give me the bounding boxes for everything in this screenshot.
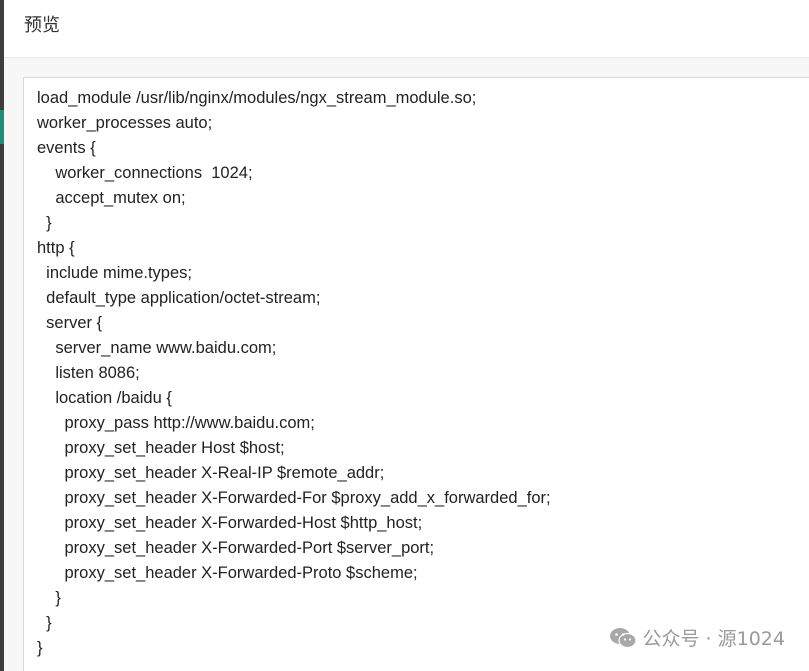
page: 预览 load_module /usr/lib/nginx/modules/ng… [0, 0, 809, 671]
code-line: accept_mutex on; [37, 189, 186, 207]
code-line: proxy_set_header Host $host; [37, 439, 285, 457]
code-line: location /baidu { [37, 389, 172, 407]
code-line: worker_connections 1024; [37, 164, 253, 182]
code-line: server_name www.baidu.com; [37, 339, 277, 357]
code-line: } [37, 214, 52, 232]
code-line: events { [37, 139, 96, 157]
config-preview-box[interactable]: load_module /usr/lib/nginx/modules/ngx_s… [23, 77, 809, 671]
code-line: } [37, 614, 52, 632]
dialog-header: 预览 [4, 0, 809, 58]
dialog-body: load_module /usr/lib/nginx/modules/ngx_s… [4, 58, 809, 671]
code-line: server { [37, 314, 103, 332]
code-line: proxy_set_header X-Forwarded-Host $http_… [37, 514, 423, 532]
code-line: listen 8086; [37, 364, 140, 382]
code-line: proxy_pass http://www.baidu.com; [37, 414, 315, 432]
code-line: } [37, 639, 43, 657]
code-line: http { [37, 239, 75, 257]
wechat-icon [609, 627, 637, 648]
code-line: worker_processes auto; [37, 114, 213, 132]
code-line: include mime.types; [37, 264, 192, 282]
code-line: proxy_set_header X-Forwarded-Port $serve… [37, 539, 435, 557]
watermark: 公众号 · 源1024 [609, 624, 785, 651]
code-line: } [37, 589, 61, 607]
code-line: proxy_set_header X-Real-IP $remote_addr; [37, 464, 385, 482]
code-line: proxy_set_header X-Forwarded-For $proxy_… [37, 489, 551, 507]
code-line: default_type application/octet-stream; [37, 289, 321, 307]
preview-dialog: 预览 load_module /usr/lib/nginx/modules/ng… [4, 0, 809, 671]
config-code: load_module /usr/lib/nginx/modules/ngx_s… [37, 86, 551, 661]
dialog-title: 预览 [24, 15, 60, 35]
code-line: proxy_set_header X-Forwarded-Proto $sche… [37, 564, 418, 582]
code-line: load_module /usr/lib/nginx/modules/ngx_s… [37, 89, 477, 107]
watermark-text: 公众号 · 源1024 [642, 628, 785, 650]
